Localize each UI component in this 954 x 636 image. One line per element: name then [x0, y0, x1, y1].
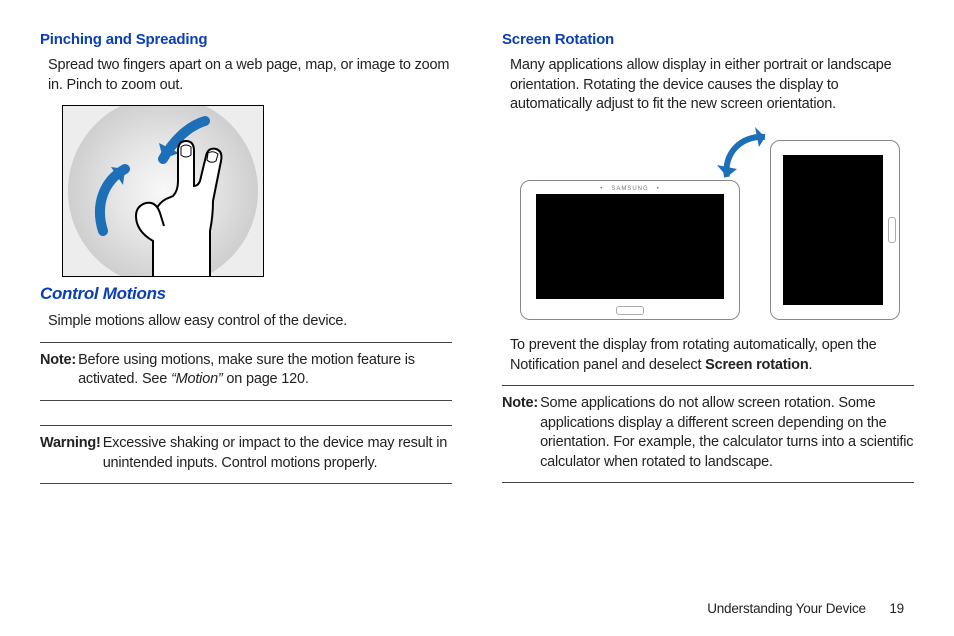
page-number: 19	[889, 601, 904, 616]
paragraph-screen-rotation: Many applications allow display in eithe…	[510, 56, 914, 115]
figure-screen-rotation: • SAMSUNG •	[510, 125, 910, 320]
prevent-post: .	[808, 357, 812, 373]
prevent-pre: To prevent the display from rotating aut…	[510, 337, 877, 373]
note-rotation: Note: Some applications do not allow scr…	[502, 394, 914, 472]
paragraph-control-motions: Simple motions allow easy control of the…	[48, 312, 452, 332]
right-column: Screen Rotation Many applications allow …	[502, 30, 914, 492]
tablet-landscape: • SAMSUNG •	[520, 180, 740, 320]
warning-text: Excessive shaking or impact to the devic…	[103, 434, 452, 473]
divider	[502, 482, 914, 483]
warning-label: Warning!	[40, 434, 101, 454]
tablet-landscape-screen	[536, 194, 724, 299]
divider	[502, 385, 914, 386]
note-label: Note:	[40, 351, 76, 371]
note-text: Before using motions, make sure the moti…	[78, 351, 452, 390]
figure-pinch-spread	[62, 105, 264, 277]
divider	[40, 400, 452, 401]
section-title: Understanding Your Device	[707, 601, 866, 616]
screen-rotation-term: Screen rotation	[705, 357, 808, 373]
note-text-post: on page 120.	[223, 371, 309, 387]
brand-label: • SAMSUNG •	[521, 185, 739, 193]
paragraph-prevent-rotation: To prevent the display from rotating aut…	[510, 336, 914, 375]
heading-control-motions: Control Motions	[40, 283, 452, 306]
left-column: Pinching and Spreading Spread two finger…	[40, 30, 452, 492]
home-button-landscape	[616, 306, 644, 315]
note-text: Some applications do not allow screen ro…	[540, 394, 914, 472]
tablet-portrait	[770, 140, 900, 320]
home-button-portrait	[888, 217, 896, 243]
note-motion: Note: Before using motions, make sure th…	[40, 351, 452, 390]
paragraph-pinching: Spread two fingers apart on a web page, …	[48, 56, 452, 95]
warning-block: Warning! Excessive shaking or impact to …	[40, 434, 452, 473]
note-ref: “Motion”	[171, 371, 223, 387]
tablet-portrait-screen	[783, 155, 883, 305]
divider	[40, 425, 452, 426]
heading-pinching: Pinching and Spreading	[40, 30, 452, 50]
divider	[40, 483, 452, 484]
page-footer: Understanding Your Device 19	[707, 600, 904, 618]
note-label: Note:	[502, 394, 538, 414]
divider	[40, 342, 452, 343]
heading-screen-rotation: Screen Rotation	[502, 30, 914, 50]
hand-illustration	[118, 131, 238, 277]
